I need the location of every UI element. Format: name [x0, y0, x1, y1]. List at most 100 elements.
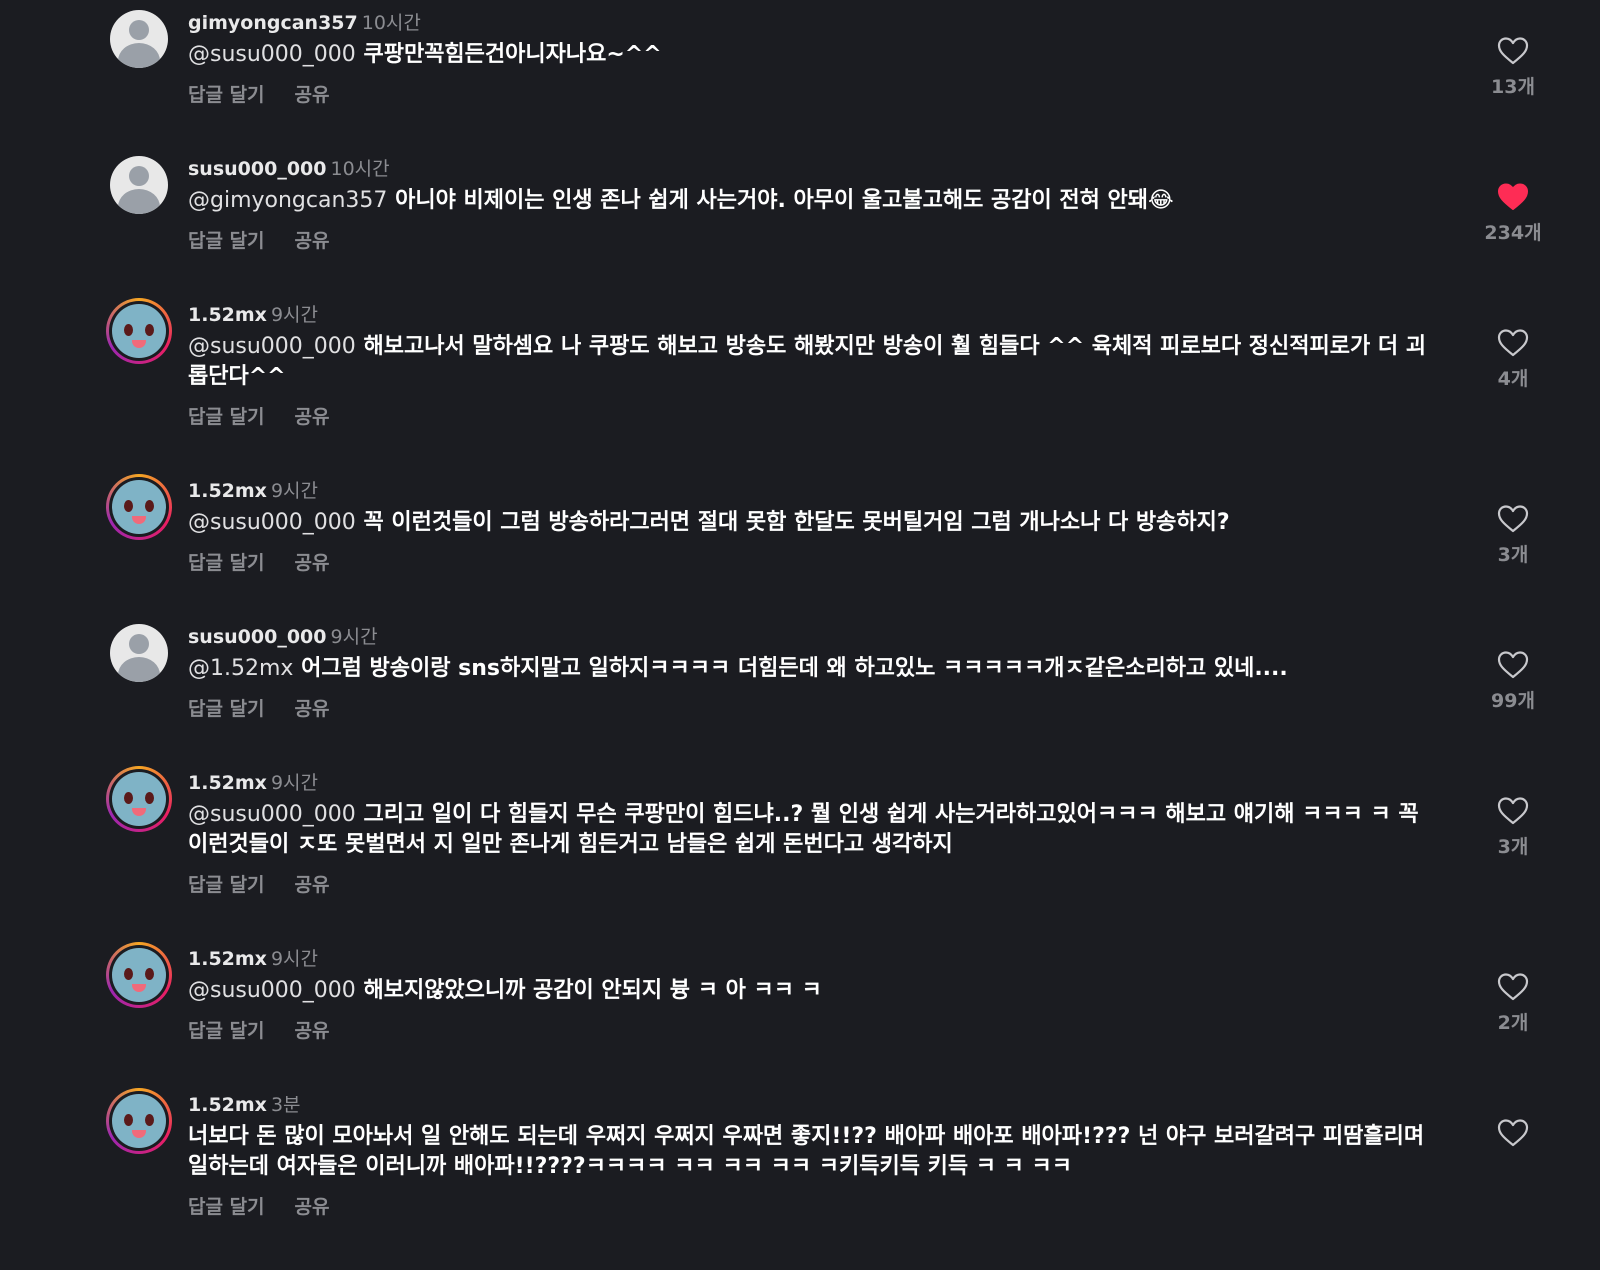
comment-item: 1.52mx 9시간 @susu000_000 해보지않았으니까 공감이 안되지 … [0, 936, 1600, 1076]
comment-body: 어그럼 방송이랑 sns하지말고 일하지ㅋㅋㅋㅋ 더힘든데 왜 하고있노 ㅋㅋㅋ… [301, 656, 1288, 681]
like-button[interactable]: 3개 [1480, 504, 1546, 567]
comment-meta: 1.52mx 3분 [188, 1090, 301, 1117]
comment-username[interactable]: 1.52mx [188, 1094, 267, 1116]
like-button[interactable]: 13개 [1480, 36, 1546, 99]
comment-meta: 1.52mx 9시간 [188, 768, 318, 795]
comment-item: 1.52mx 9시간 @susu000_000 꼭 이런것들이 그럼 방송하라그러… [0, 468, 1600, 608]
comment-actions: 답글 달기 공유 [188, 1016, 330, 1043]
comment-username[interactable]: 1.52mx [188, 480, 267, 502]
heart-outline-icon [1497, 973, 1529, 1001]
comment-text: @susu000_000 해보고나서 말하셈요 나 쿠팡도 해보고 방송도 해봤… [188, 332, 1443, 392]
comment-username[interactable]: 1.52mx [188, 304, 267, 326]
heart-outline-icon [1497, 1119, 1529, 1147]
comment-body: 아니야 비제이는 인생 존나 쉽게 사는거야. 아무이 울고불고해도 공감이 전… [395, 188, 1174, 213]
comment-username[interactable]: susu000_000 [188, 626, 327, 648]
heart-outline-icon [1497, 329, 1529, 357]
comment-actions: 답글 달기 공유 [188, 1192, 330, 1219]
like-button[interactable]: 4개 [1480, 328, 1546, 391]
character-avatar-icon[interactable] [106, 1088, 172, 1154]
comment-time: 9시간 [270, 772, 318, 794]
share-button[interactable]: 공유 [295, 1020, 330, 1042]
reply-button[interactable]: 답글 달기 [188, 230, 265, 252]
comment-mention[interactable]: @susu000_000 [188, 42, 356, 67]
comment-actions: 답글 달기 공유 [188, 548, 330, 575]
comment-meta: susu000_000 10시간 [188, 154, 390, 181]
comment-time: 9시간 [270, 304, 318, 326]
comment-username[interactable]: 1.52mx [188, 948, 267, 970]
reply-button[interactable]: 답글 달기 [188, 406, 265, 428]
comment-username[interactable]: gimyongcan357 [188, 12, 358, 34]
character-avatar-icon[interactable] [106, 298, 172, 364]
reply-button[interactable]: 답글 달기 [188, 698, 265, 720]
share-button[interactable]: 공유 [295, 230, 330, 252]
share-button[interactable]: 공유 [295, 1196, 330, 1218]
comment-item: susu000_000 9시간 @1.52mx 어그럼 방송이랑 sns하지말고 … [0, 614, 1600, 754]
character-avatar-icon[interactable] [106, 766, 172, 832]
comment-item: 1.52mx 3분 너보다 돈 많이 모아놔서 일 안해도 되는데 우쩌지 우쩌지… [0, 1082, 1600, 1252]
comment-mention[interactable]: @1.52mx [188, 656, 293, 681]
like-button[interactable]: 3개 [1480, 796, 1546, 859]
like-count: 2개 [1497, 1012, 1529, 1034]
comment-body: 해보고나서 말하셈요 나 쿠팡도 해보고 방송도 해봤지만 방송이 훨 힘들다 … [188, 334, 1427, 389]
comment-mention[interactable]: @susu000_000 [188, 510, 356, 535]
default-avatar-icon[interactable] [110, 624, 168, 682]
like-button[interactable]: 2개 [1480, 972, 1546, 1035]
character-avatar-icon[interactable] [106, 942, 172, 1008]
like-count: 99개 [1491, 690, 1535, 712]
share-button[interactable]: 공유 [295, 84, 330, 106]
heart-outline-icon [1497, 651, 1529, 679]
reply-button[interactable]: 답글 달기 [188, 1196, 265, 1218]
comment-username[interactable]: 1.52mx [188, 772, 267, 794]
comment-text: @susu000_000 해보지않았으니까 공감이 안되지 븅 ㅋ 아 ㅋㅋ ㅋ [188, 976, 1443, 1006]
comment-meta: 1.52mx 9시간 [188, 300, 318, 327]
comment-time: 9시간 [270, 480, 318, 502]
comment-item: susu000_000 10시간 @gimyongcan357 아니야 비제이는 … [0, 146, 1600, 286]
comment-meta: susu000_000 9시간 [188, 622, 378, 649]
comment-text: @gimyongcan357 아니야 비제이는 인생 존나 쉽게 사는거야. 아… [188, 186, 1443, 216]
comment-actions: 답글 달기 공유 [188, 80, 330, 107]
reply-button[interactable]: 답글 달기 [188, 84, 265, 106]
like-count: 13개 [1491, 76, 1535, 98]
default-avatar-icon[interactable] [110, 156, 168, 214]
like-count: 234개 [1484, 222, 1542, 244]
like-button[interactable]: 234개 [1480, 182, 1546, 245]
comment-body: 쿠팡만꼭힘든건아니자나요~^^ [363, 42, 662, 67]
comment-mention[interactable]: @gimyongcan357 [188, 188, 387, 213]
share-button[interactable]: 공유 [295, 874, 330, 896]
reply-button[interactable]: 답글 달기 [188, 874, 265, 896]
comment-username[interactable]: susu000_000 [188, 158, 327, 180]
heart-outline-icon [1497, 505, 1529, 533]
comment-item: 1.52mx 9시간 @susu000_000 그리고 일이 다 힘들지 무슨 쿠… [0, 760, 1600, 930]
comment-actions: 답글 달기 공유 [188, 870, 330, 897]
comment-body: 꼭 이런것들이 그럼 방송하라그러면 절대 못함 한달도 못버틸거임 그럼 개나… [363, 510, 1230, 535]
comment-meta: gimyongcan357 10시간 [188, 8, 421, 35]
reply-button[interactable]: 답글 달기 [188, 1020, 265, 1042]
comment-text: @susu000_000 그리고 일이 다 힘들지 무슨 쿠팡만이 힘드냐..?… [188, 800, 1443, 860]
comment-list: gimyongcan357 10시간 @susu000_000 쿠팡만꼭힘든건아니… [0, 0, 1600, 1270]
comment-mention[interactable]: @susu000_000 [188, 802, 356, 827]
share-button[interactable]: 공유 [295, 552, 330, 574]
comment-actions: 답글 달기 공유 [188, 226, 330, 253]
comment-mention[interactable]: @susu000_000 [188, 334, 356, 359]
comment-time: 9시간 [330, 626, 378, 648]
character-avatar-icon[interactable] [106, 474, 172, 540]
reply-button[interactable]: 답글 달기 [188, 552, 265, 574]
comment-meta: 1.52mx 9시간 [188, 944, 318, 971]
comment-body: 해보지않았으니까 공감이 안되지 븅 ㅋ 아 ㅋㅋ ㅋ [363, 978, 822, 1003]
comment-text: @susu000_000 꼭 이런것들이 그럼 방송하라그러면 절대 못함 한달… [188, 508, 1443, 538]
heart-outline-icon [1497, 37, 1529, 65]
share-button[interactable]: 공유 [295, 698, 330, 720]
share-button[interactable]: 공유 [295, 406, 330, 428]
default-avatar-icon[interactable] [110, 10, 168, 68]
comment-mention[interactable]: @susu000_000 [188, 978, 356, 1003]
like-button[interactable]: 99개 [1480, 650, 1546, 713]
comment-body: 그리고 일이 다 힘들지 무슨 쿠팡만이 힘드냐..? 뭘 인생 쉽게 사는거라… [188, 802, 1419, 857]
comment-item: 1.52mx 9시간 @susu000_000 해보고나서 말하셈요 나 쿠팡도 … [0, 292, 1600, 462]
like-count: 3개 [1497, 544, 1529, 566]
comment-text: @susu000_000 쿠팡만꼭힘든건아니자나요~^^ [188, 40, 1443, 70]
heart-outline-icon [1497, 797, 1529, 825]
like-button[interactable] [1480, 1118, 1546, 1148]
comment-text: @1.52mx 어그럼 방송이랑 sns하지말고 일하지ㅋㅋㅋㅋ 더힘든데 왜 … [188, 654, 1443, 684]
comment-meta: 1.52mx 9시간 [188, 476, 318, 503]
heart-filled-icon [1498, 183, 1528, 210]
